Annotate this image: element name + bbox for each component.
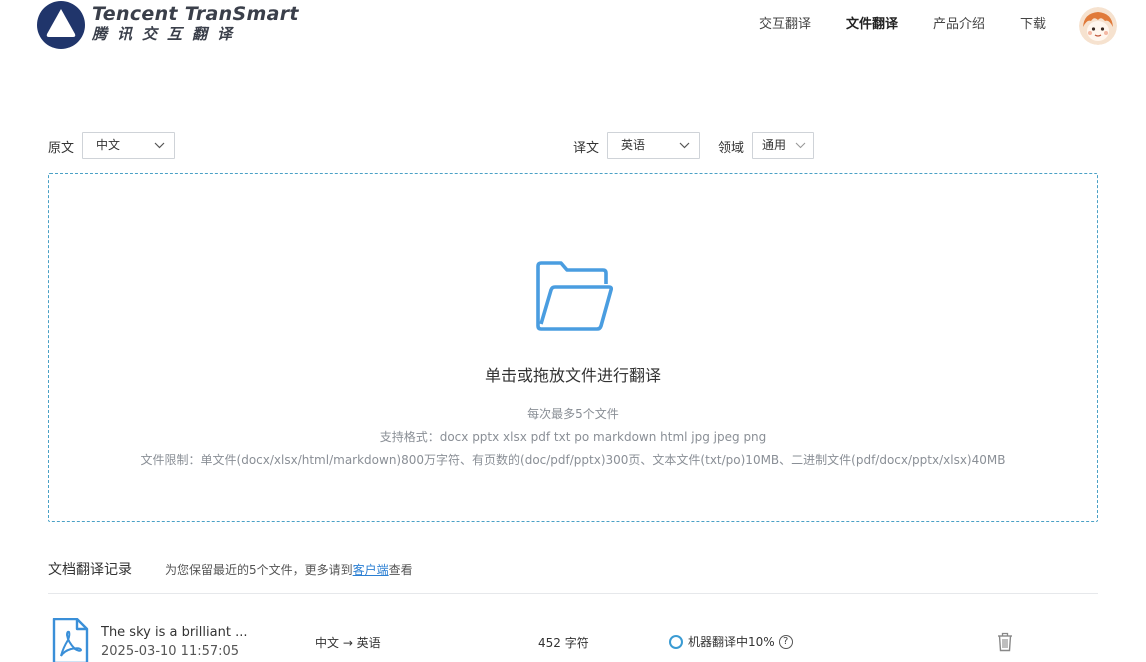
- logo-icon: [37, 1, 85, 49]
- logo-english-text: Tencent TranSmart: [92, 3, 299, 25]
- file-name: The sky is a brilliant ...: [101, 625, 248, 640]
- domain-label: 领域: [718, 141, 745, 156]
- language-bar: 原文 中文 译文 英语 领域 通用: [48, 132, 1098, 160]
- logo-chinese-text: 腾讯交互翻译: [92, 25, 243, 43]
- source-language-label: 原文: [48, 141, 75, 156]
- nav-download[interactable]: 下载: [1020, 17, 1046, 33]
- client-link[interactable]: 客户端: [353, 563, 389, 577]
- history-note-suffix: 查看: [388, 563, 413, 577]
- chevron-down-icon: [679, 133, 690, 167]
- source-language-value: 中文: [96, 138, 121, 152]
- supported-formats-hint: 支持格式：docx pptx xlsx pdf txt po markdown …: [379, 430, 767, 444]
- folder-open-icon: [536, 261, 613, 331]
- file-drop-zone[interactable]: 单击或拖放文件进行翻译 每次最多5个文件 支持格式：docx pptx xlsx…: [48, 173, 1098, 522]
- file-limits-hint: 文件限制：单文件(docx/xlsx/html/markdown)800万字符、…: [140, 453, 1006, 467]
- top-header: Tencent TranSmart 腾讯交互翻译 交互翻译 文件翻译 产品介绍 …: [0, 0, 1146, 60]
- domain-select[interactable]: 通用: [752, 132, 814, 159]
- target-language-label: 译文: [573, 141, 600, 156]
- file-char-count: 452 字符: [538, 636, 589, 650]
- trash-icon[interactable]: [997, 632, 1013, 652]
- target-language-select[interactable]: 英语: [607, 132, 700, 159]
- drop-zone-title: 单击或拖放文件进行翻译: [484, 366, 661, 385]
- max-files-hint: 每次最多5个文件: [527, 407, 619, 421]
- history-header: 文档翻译记录 为您保留最近的5个文件，更多请到客户端查看: [48, 559, 1098, 579]
- history-file-row[interactable]: The sky is a brilliant ... 2025-03-10 11…: [48, 610, 1098, 662]
- target-language-value: 英语: [621, 138, 646, 152]
- history-note-prefix: 为您保留最近的5个文件，更多请到: [165, 563, 353, 577]
- chevron-down-icon: [154, 133, 165, 167]
- file-status-text: 机器翻译中10%: [688, 635, 775, 649]
- history-note: 为您保留最近的5个文件，更多请到客户端查看: [165, 561, 413, 578]
- help-icon[interactable]: ?: [778, 634, 793, 649]
- nav-file-translation[interactable]: 文件翻译: [846, 17, 898, 33]
- main-nav: 交互翻译 文件翻译 产品介绍 下载: [724, 17, 1046, 33]
- history-title: 文档翻译记录: [48, 562, 132, 578]
- nav-interactive-translation[interactable]: 交互翻译: [759, 17, 811, 33]
- progress-spinner-icon: [669, 634, 683, 649]
- file-status: 机器翻译中10% ?: [669, 633, 793, 650]
- file-date: 2025-03-10 11:57:05: [101, 644, 240, 659]
- chevron-down-icon: [795, 133, 806, 167]
- transmart-logo[interactable]: Tencent TranSmart 腾讯交互翻译: [36, 0, 299, 50]
- pdf-file-icon: [52, 618, 89, 662]
- source-language-select[interactable]: 中文: [82, 132, 175, 159]
- domain-value: 通用: [762, 138, 787, 152]
- avatar-icon: [1079, 7, 1117, 45]
- nav-product-intro[interactable]: 产品介绍: [933, 17, 985, 33]
- file-language-pair: 中文 → 英语: [315, 636, 381, 650]
- history-divider: [48, 593, 1098, 594]
- user-avatar[interactable]: [1079, 7, 1117, 45]
